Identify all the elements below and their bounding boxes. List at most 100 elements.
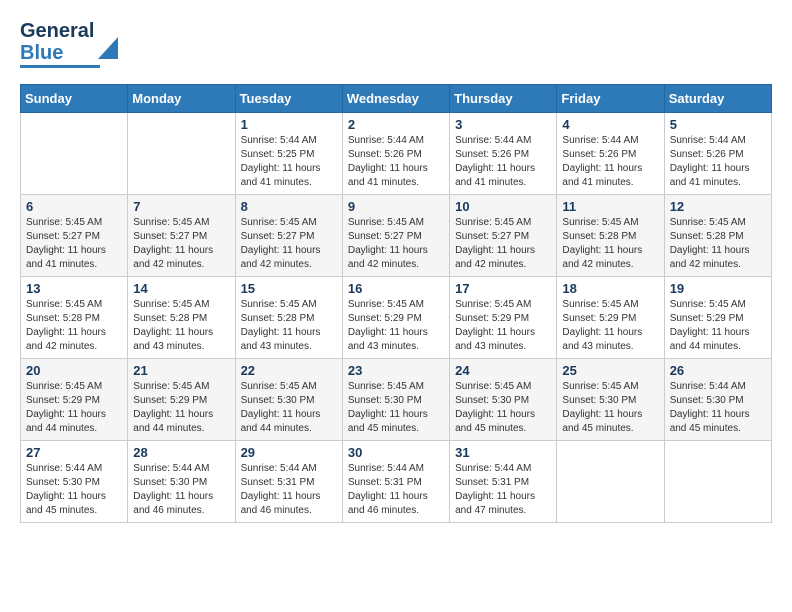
week-row-5: 27 Sunrise: 5:44 AM Sunset: 5:30 PM Dayli…: [21, 441, 772, 523]
day-cell: 20 Sunrise: 5:45 AM Sunset: 5:29 PM Dayli…: [21, 359, 128, 441]
day-cell: 2Sunrise: 5:44 AM Sunset: 5:26 PM Daylig…: [342, 113, 449, 195]
weekday-header-tuesday: Tuesday: [235, 85, 342, 113]
day-number: 8: [241, 199, 337, 214]
day-number: 12: [670, 199, 766, 214]
day-cell: 13 Sunrise: 5:45 AM Sunset: 5:28 PM Dayli…: [21, 277, 128, 359]
day-number: 31: [455, 445, 551, 460]
day-cell: 23 Sunrise: 5:45 AM Sunset: 5:30 PM Dayli…: [342, 359, 449, 441]
day-info: Sunrise: 5:45 AM Sunset: 5:30 PM Dayligh…: [241, 380, 337, 436]
day-info: Sunrise: 5:45 AM Sunset: 5:28 PM Dayligh…: [26, 298, 122, 354]
logo: General Blue: [20, 20, 118, 68]
day-cell: 16 Sunrise: 5:45 AM Sunset: 5:29 PM Dayli…: [342, 277, 449, 359]
day-info: Sunrise: 5:44 AM Sunset: 5:26 PM Dayligh…: [348, 134, 444, 190]
day-info: Sunrise: 5:44 AM Sunset: 5:30 PM Dayligh…: [670, 380, 766, 436]
day-info: Sunrise: 5:45 AM Sunset: 5:27 PM Dayligh…: [26, 216, 122, 272]
day-cell: 11 Sunrise: 5:45 AM Sunset: 5:28 PM Dayli…: [557, 195, 664, 277]
day-cell: 8 Sunrise: 5:45 AM Sunset: 5:27 PM Daylig…: [235, 195, 342, 277]
day-number: 17: [455, 281, 551, 296]
day-cell: [557, 441, 664, 523]
day-number: 24: [455, 363, 551, 378]
weekday-header-sunday: Sunday: [21, 85, 128, 113]
day-number: 26: [670, 363, 766, 378]
day-info: Sunrise: 5:44 AM Sunset: 5:26 PM Dayligh…: [562, 134, 658, 190]
day-info: Sunrise: 5:45 AM Sunset: 5:27 PM Dayligh…: [241, 216, 337, 272]
day-cell: 18 Sunrise: 5:45 AM Sunset: 5:29 PM Dayli…: [557, 277, 664, 359]
weekday-header-thursday: Thursday: [450, 85, 557, 113]
day-number: 27: [26, 445, 122, 460]
day-info: Sunrise: 5:44 AM Sunset: 5:26 PM Dayligh…: [455, 134, 551, 190]
day-cell: 29 Sunrise: 5:44 AM Sunset: 5:31 PM Dayli…: [235, 441, 342, 523]
day-cell: 4 Sunrise: 5:44 AM Sunset: 5:26 PM Daylig…: [557, 113, 664, 195]
day-number: 20: [26, 363, 122, 378]
day-cell: 21 Sunrise: 5:45 AM Sunset: 5:29 PM Dayli…: [128, 359, 235, 441]
day-info: Sunrise: 5:44 AM Sunset: 5:30 PM Dayligh…: [26, 462, 122, 518]
day-cell: 9Sunrise: 5:45 AM Sunset: 5:27 PM Daylig…: [342, 195, 449, 277]
week-row-4: 20 Sunrise: 5:45 AM Sunset: 5:29 PM Dayli…: [21, 359, 772, 441]
day-info: Sunrise: 5:44 AM Sunset: 5:31 PM Dayligh…: [348, 462, 444, 518]
week-row-3: 13 Sunrise: 5:45 AM Sunset: 5:28 PM Dayli…: [21, 277, 772, 359]
day-cell: 19Sunrise: 5:45 AM Sunset: 5:29 PM Dayli…: [664, 277, 771, 359]
weekday-header-friday: Friday: [557, 85, 664, 113]
day-number: 16: [348, 281, 444, 296]
day-cell: 1 Sunrise: 5:44 AM Sunset: 5:25 PM Daylig…: [235, 113, 342, 195]
day-cell: 6Sunrise: 5:45 AM Sunset: 5:27 PM Daylig…: [21, 195, 128, 277]
day-number: 4: [562, 117, 658, 132]
day-number: 11: [562, 199, 658, 214]
day-cell: 24 Sunrise: 5:45 AM Sunset: 5:30 PM Dayli…: [450, 359, 557, 441]
week-row-2: 6Sunrise: 5:45 AM Sunset: 5:27 PM Daylig…: [21, 195, 772, 277]
day-info: Sunrise: 5:45 AM Sunset: 5:30 PM Dayligh…: [562, 380, 658, 436]
day-info: Sunrise: 5:45 AM Sunset: 5:27 PM Dayligh…: [133, 216, 229, 272]
day-number: 29: [241, 445, 337, 460]
logo-general: General: [20, 20, 94, 42]
day-cell: [128, 113, 235, 195]
day-number: 13: [26, 281, 122, 296]
weekday-header-monday: Monday: [128, 85, 235, 113]
day-cell: 14Sunrise: 5:45 AM Sunset: 5:28 PM Dayli…: [128, 277, 235, 359]
day-number: 15: [241, 281, 337, 296]
day-number: 19: [670, 281, 766, 296]
day-info: Sunrise: 5:44 AM Sunset: 5:26 PM Dayligh…: [670, 134, 766, 190]
day-info: Sunrise: 5:45 AM Sunset: 5:28 PM Dayligh…: [562, 216, 658, 272]
day-number: 14: [133, 281, 229, 296]
logo-underline: [20, 65, 100, 68]
day-info: Sunrise: 5:44 AM Sunset: 5:31 PM Dayligh…: [241, 462, 337, 518]
day-info: Sunrise: 5:45 AM Sunset: 5:28 PM Dayligh…: [241, 298, 337, 354]
day-info: Sunrise: 5:45 AM Sunset: 5:29 PM Dayligh…: [348, 298, 444, 354]
logo-blue: Blue: [20, 42, 63, 64]
day-cell: 30 Sunrise: 5:44 AM Sunset: 5:31 PM Dayli…: [342, 441, 449, 523]
day-cell: 10 Sunrise: 5:45 AM Sunset: 5:27 PM Dayli…: [450, 195, 557, 277]
day-number: 23: [348, 363, 444, 378]
day-info: Sunrise: 5:45 AM Sunset: 5:28 PM Dayligh…: [670, 216, 766, 272]
day-cell: 28 Sunrise: 5:44 AM Sunset: 5:30 PM Dayli…: [128, 441, 235, 523]
day-info: Sunrise: 5:45 AM Sunset: 5:30 PM Dayligh…: [348, 380, 444, 436]
day-info: Sunrise: 5:44 AM Sunset: 5:30 PM Dayligh…: [133, 462, 229, 518]
day-number: 1: [241, 117, 337, 132]
logo-bird-icon: [98, 37, 118, 59]
day-number: 21: [133, 363, 229, 378]
day-info: Sunrise: 5:45 AM Sunset: 5:27 PM Dayligh…: [455, 216, 551, 272]
day-info: Sunrise: 5:45 AM Sunset: 5:29 PM Dayligh…: [26, 380, 122, 436]
day-cell: [664, 441, 771, 523]
day-cell: 22Sunrise: 5:45 AM Sunset: 5:30 PM Dayli…: [235, 359, 342, 441]
weekday-header-saturday: Saturday: [664, 85, 771, 113]
calendar-table: SundayMondayTuesdayWednesdayThursdayFrid…: [20, 84, 772, 523]
day-number: 10: [455, 199, 551, 214]
day-cell: 15 Sunrise: 5:45 AM Sunset: 5:28 PM Dayli…: [235, 277, 342, 359]
day-number: 7: [133, 199, 229, 214]
day-number: 28: [133, 445, 229, 460]
day-cell: 26 Sunrise: 5:44 AM Sunset: 5:30 PM Dayli…: [664, 359, 771, 441]
day-info: Sunrise: 5:44 AM Sunset: 5:25 PM Dayligh…: [241, 134, 337, 190]
day-number: 18: [562, 281, 658, 296]
day-cell: [21, 113, 128, 195]
day-cell: 7 Sunrise: 5:45 AM Sunset: 5:27 PM Daylig…: [128, 195, 235, 277]
weekday-header-row: SundayMondayTuesdayWednesdayThursdayFrid…: [21, 85, 772, 113]
day-info: Sunrise: 5:45 AM Sunset: 5:29 PM Dayligh…: [562, 298, 658, 354]
day-number: 25: [562, 363, 658, 378]
day-info: Sunrise: 5:45 AM Sunset: 5:29 PM Dayligh…: [133, 380, 229, 436]
day-cell: 31Sunrise: 5:44 AM Sunset: 5:31 PM Dayli…: [450, 441, 557, 523]
day-info: Sunrise: 5:45 AM Sunset: 5:29 PM Dayligh…: [455, 298, 551, 354]
day-cell: 25 Sunrise: 5:45 AM Sunset: 5:30 PM Dayli…: [557, 359, 664, 441]
day-number: 5: [670, 117, 766, 132]
day-info: Sunrise: 5:45 AM Sunset: 5:30 PM Dayligh…: [455, 380, 551, 436]
day-number: 30: [348, 445, 444, 460]
